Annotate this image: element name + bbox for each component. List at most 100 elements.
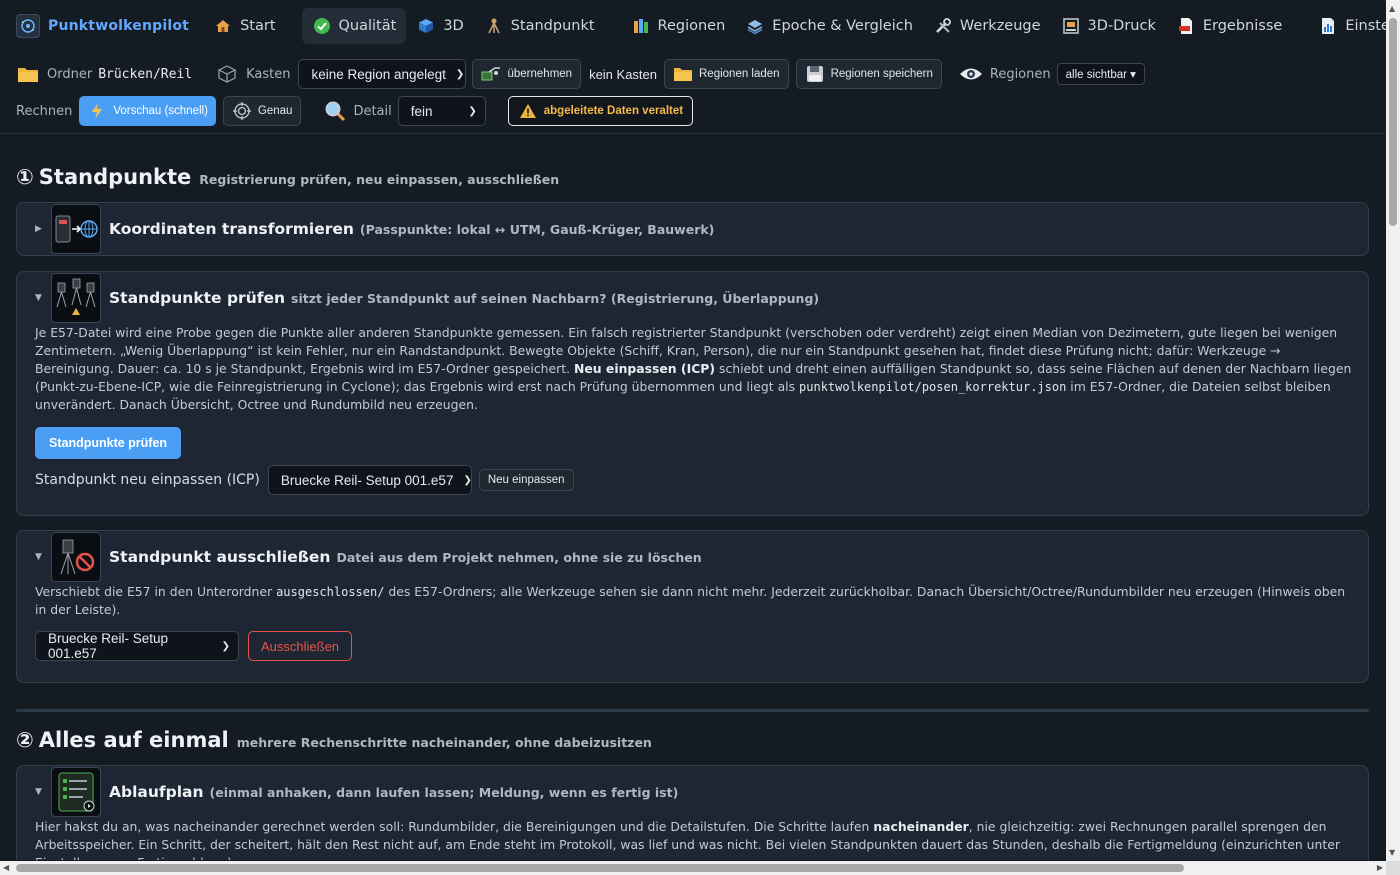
scroll-up-arrow-icon[interactable]: ▲ (1389, 4, 1395, 13)
chevron-down-icon: ❯ (468, 105, 477, 117)
save-regions-button[interactable]: Regionen speichern (795, 59, 942, 89)
region-select-value: keine Region angelegt (311, 66, 446, 82)
eye-icon[interactable] (958, 63, 984, 85)
horizontal-scroll-thumb[interactable] (16, 864, 1184, 872)
folder-label: Ordner (47, 66, 93, 82)
card-ablaufplan: ▼ Ablaufplan (einmal anhaken, dann laufe… (16, 765, 1369, 860)
scroll-down-arrow-icon[interactable]: ▼ (1389, 848, 1395, 857)
card-subtitle: (Passpunkte: lokal ↔ UTM, Gauß-Krüger, B… (359, 221, 715, 237)
card-title: Ablaufplan (109, 783, 204, 801)
exclude-select-value: Bruecke Reil- Setup 001.e57 (48, 631, 169, 661)
tab-epoche[interactable]: Epoche & Vergleich (735, 8, 923, 44)
desc-bold: nacheinander (873, 819, 969, 834)
section-number: ① (16, 165, 34, 189)
card-koordinaten-transformieren[interactable]: ▶ Koordinaten transformieren (Passpunkte… (16, 202, 1369, 256)
tab-werkzeuge[interactable]: Werkzeuge (923, 8, 1051, 44)
tab-regionen[interactable]: Regionen (621, 8, 736, 44)
tab-label: Regionen (657, 18, 726, 34)
compute-label: Rechnen (16, 103, 73, 119)
stale-data-warning[interactable]: abgeleitete Daten veraltet (507, 96, 694, 126)
desc-text-1: Verschiebt die E57 in den Unterordner (35, 584, 273, 599)
app-logo-icon (16, 14, 40, 38)
save-regions-label: Regionen speichern (830, 68, 933, 80)
chart-doc-icon (1318, 16, 1338, 36)
card-subtitle: (einmal anhaken, dann laufen lassen; Mel… (209, 784, 679, 800)
region-select[interactable]: keine Region angelegt ❯ (298, 59, 467, 89)
card-header[interactable]: ▼ Ablaufplan (einmal anhaken, dann laufe… (35, 767, 678, 817)
regions-visibility-select[interactable]: alle sichtbar ▾ (1056, 63, 1145, 85)
collapse-arrow-icon[interactable]: ▼ (35, 552, 45, 562)
expand-arrow-icon[interactable]: ▶ (35, 224, 45, 234)
toolbar-row-1: Ordner Brücken/Reil Kasten keine Region … (16, 57, 1145, 91)
brand[interactable]: Punktwolkenpilot (16, 14, 189, 38)
books-icon (631, 16, 651, 36)
tab-ergebnisse[interactable]: Ergebnisse (1166, 8, 1292, 44)
main-content: ① Standpunkte Registrierung prüfen, neu … (0, 134, 1386, 860)
icp-select-value: Bruecke Reil- Setup 001.e57 (280, 472, 454, 488)
card-description: Je E57-Datei wird eine Probe gegen die P… (35, 324, 1355, 414)
scrollbar-corner (1386, 861, 1400, 875)
lightning-icon (87, 101, 107, 121)
tab-3d-druck[interactable]: 3D-Druck (1051, 8, 1166, 44)
card-header[interactable]: ▼ Standpunkte prüfen sitzt jeder Standpu… (35, 273, 819, 323)
adopt-button[interactable]: übernehmen (472, 59, 582, 89)
icp-row: Standpunkt neu einpassen (ICP) Bruecke R… (35, 465, 574, 495)
section-number: ② (16, 728, 34, 752)
desc-code: ausgeschlossen/ (276, 585, 385, 599)
top-nav: Punktwolkenpilot Start Qualität 3D Stand… (0, 0, 1400, 52)
check-standpoints-button[interactable]: Standpunkte prüfen (35, 427, 182, 459)
adopt-icon (481, 64, 501, 84)
icp-label: Standpunkt neu einpassen (ICP) (35, 472, 260, 488)
vertical-scrollbar[interactable]: ▲ ▼ (1386, 0, 1400, 861)
collapse-arrow-icon[interactable]: ▼ (35, 787, 45, 797)
load-regions-label: Regionen laden (699, 68, 780, 80)
exclude-standpoint-select[interactable]: Bruecke Reil- Setup 001.e57 ❯ (35, 631, 239, 661)
folder-icon (673, 64, 693, 84)
chevron-down-icon: ❯ (221, 640, 230, 652)
load-regions-button[interactable]: Regionen laden (664, 59, 789, 89)
collapse-arrow-icon[interactable]: ▼ (35, 293, 45, 303)
card-subtitle: sitzt jeder Standpunkt auf seinen Nachba… (291, 290, 820, 306)
card-title: Koordinaten transformieren (109, 220, 354, 238)
preview-button[interactable]: Vorschau (schnell) (79, 96, 216, 126)
card-standpunkte-pruefen: ▼ Standpunkte prüfen sitzt jeder Standpu… (16, 271, 1369, 516)
crosshair-icon (232, 101, 252, 121)
detail-label: Detail (353, 103, 392, 119)
section-subtitle: mehrere Rechenschritte nacheinander, ohn… (236, 735, 652, 750)
section-heading-alles-auf-einmal: ② Alles auf einmal mehrere Rechenschritt… (16, 728, 652, 752)
horizontal-scrollbar[interactable]: ◀ ▶ (0, 861, 1386, 875)
house-icon (213, 16, 233, 36)
section-heading-standpunkte: ① Standpunkte Registrierung prüfen, neu … (16, 165, 559, 189)
tab-start[interactable]: Start (203, 8, 285, 44)
stale-warning-label: abgeleitete Daten veraltet (543, 105, 684, 117)
folder-icon[interactable] (16, 62, 40, 86)
chevron-down-icon: ❯ (463, 474, 472, 486)
vertical-scroll-thumb[interactable] (1389, 18, 1397, 226)
section-title: Alles auf einmal (38, 728, 229, 752)
floppy-icon (805, 64, 825, 84)
card-header[interactable]: ▶ Koordinaten transformieren (Passpunkte… (35, 204, 714, 254)
chevron-down-icon: ❯ (455, 68, 465, 80)
tab-label: Qualität (338, 18, 397, 34)
icp-standpoint-select[interactable]: Bruecke Reil- Setup 001.e57 ❯ (267, 465, 472, 495)
detail-select-value: fein (410, 103, 433, 119)
tab-qualitaet[interactable]: Qualität (301, 8, 407, 44)
tab-label: Start (240, 18, 276, 34)
section-title: Standpunkte (38, 165, 192, 189)
scroll-right-arrow-icon[interactable]: ▶ (1377, 863, 1383, 872)
exclude-button[interactable]: Ausschließen (248, 631, 353, 661)
card-title: Standpunkte prüfen (109, 289, 286, 307)
card-description: Hier hakst du an, was nacheinander gerec… (35, 818, 1355, 860)
card-title: Standpunkt ausschließen (109, 548, 331, 566)
exact-button[interactable]: Genau (222, 96, 302, 126)
refit-button[interactable]: Neu einpassen (478, 469, 574, 491)
pdf-icon (1176, 16, 1196, 36)
detail-select[interactable]: fein ❯ (397, 96, 486, 126)
scroll-left-arrow-icon[interactable]: ◀ (3, 863, 9, 872)
tab-3d[interactable]: 3D (406, 8, 473, 44)
desc-bold: Neu einpassen (ICP) (574, 361, 716, 376)
tab-standpunkt[interactable]: Standpunkt (474, 8, 605, 44)
card-header[interactable]: ▼ Standpunkt ausschließen Datei aus dem … (35, 532, 702, 582)
no-box-text: kein Kasten (589, 66, 657, 82)
tools-icon (933, 16, 953, 36)
